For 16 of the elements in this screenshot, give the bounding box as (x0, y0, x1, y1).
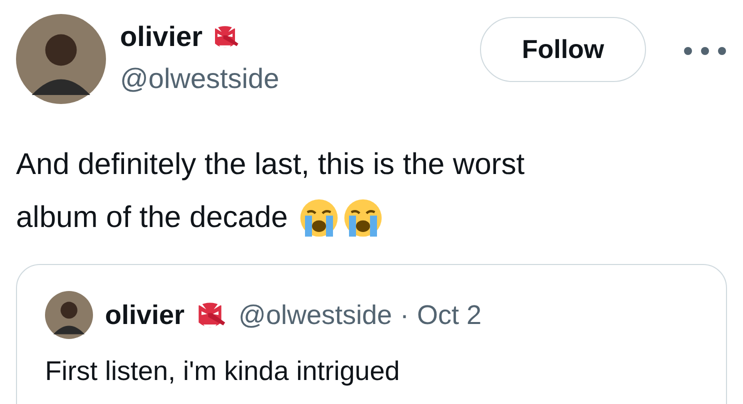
separator: · (400, 298, 410, 332)
avatar[interactable] (16, 14, 106, 104)
avatar[interactable] (45, 291, 93, 339)
crying-face-icon (342, 196, 384, 238)
tweet-text: album of the decade (16, 200, 288, 236)
quoted-author-handle: @olwestside (238, 298, 392, 332)
quoted-tweet-card[interactable]: olivier @olwestside · Oct 2 First listen, i'm kinda intrigued (16, 264, 727, 404)
more-icon[interactable] (683, 46, 727, 56)
quoted-author-name: olivier (105, 298, 185, 332)
crying-face-icon (298, 196, 340, 238)
author-name[interactable]: olivier (120, 20, 202, 54)
quoted-tweet-text: First listen, i'm kinda intrigued (45, 355, 401, 388)
tweet-text: And definitely the last, this is the worst (16, 147, 525, 183)
follow-button[interactable]: Follow (480, 17, 646, 82)
quoted-date: Oct 2 (417, 298, 482, 332)
author-handle[interactable]: @olwestside (120, 62, 280, 96)
